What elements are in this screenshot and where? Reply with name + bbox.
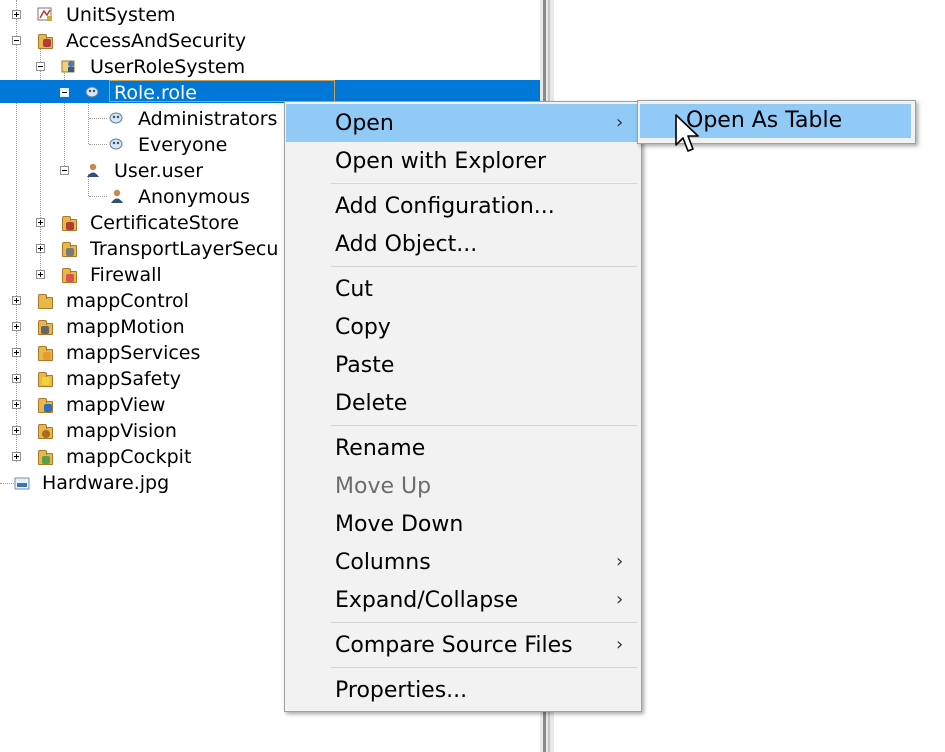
expand-icon[interactable] [12,10,21,19]
tree-item-label: mappServices [66,342,201,364]
menu-item-label: Add Object... [335,232,478,257]
submenu-arrow-icon: › [616,112,624,133]
menu-item-label: Open As Table [686,108,843,133]
menu-item-cut[interactable]: Cut [286,270,640,308]
menu-item-add-object[interactable]: Add Object... [286,225,640,263]
menu-separator [331,622,637,623]
expand-icon[interactable] [12,348,21,357]
folder-icon [38,34,53,49]
collapse-icon[interactable] [36,62,45,71]
tree-item-label: TransportLayerSecu [90,238,279,260]
folder-icon [38,372,53,387]
submenu-arrow-icon: › [616,551,624,572]
submenu-arrow-icon: › [616,634,624,655]
menu-item-delete[interactable]: Delete [286,384,640,422]
collapse-icon[interactable] [12,36,21,45]
menu-item-label: Paste [335,353,395,378]
menu-item-move-down[interactable]: Move Down [286,505,640,543]
tree-item-label: mappCockpit [66,446,192,468]
tree-item-label: mappMotion [66,316,185,338]
tree-item-label: UserRoleSystem [90,56,246,78]
menu-separator [331,266,637,267]
arrow-cursor-icon [675,114,699,152]
menu-item-label: Cut [335,277,373,302]
menu-item-label: Rename [335,436,426,461]
menu-item-expand-collapse[interactable]: Expand/Collapse › [286,581,640,619]
submenu-arrow-icon: › [616,589,624,610]
folder-icon [38,398,53,413]
menu-item-properties[interactable]: Properties... [286,671,640,709]
tree-item-label: CertificateStore [90,212,239,234]
expand-icon[interactable] [36,270,45,279]
folder-icon [38,320,53,335]
menu-item-label: Move Down [335,512,464,537]
tree-item-accessandsecurity[interactable]: AccessAndSecurity [0,28,540,54]
tree-item-label: Anonymous [138,186,251,208]
tree-item-label: UnitSystem [66,4,176,26]
tree-item-label: mappVision [66,420,177,442]
expand-icon[interactable] [12,426,21,435]
menu-item-open-with-explorer[interactable]: Open with Explorer [286,142,640,180]
folder-icon [62,268,77,283]
menu-item-rename[interactable]: Rename [286,429,640,467]
folder-icon [38,424,53,439]
menu-item-paste[interactable]: Paste [286,346,640,384]
folder-icon [38,294,53,309]
folder-icon [62,216,77,231]
role-icon [85,86,99,98]
menu-item-copy[interactable]: Copy [286,308,640,346]
image-file-icon [14,477,30,490]
user-icon [111,189,123,203]
folder-icon [38,346,53,361]
menu-separator [331,425,637,426]
user-role-system-icon [61,60,75,73]
tree-item-label: AccessAndSecurity [66,30,247,52]
tree-item-label: mappControl [66,290,189,312]
expand-icon[interactable] [12,374,21,383]
menu-item-label: Delete [335,391,408,416]
tree-item-label: mappView [66,394,166,416]
expand-icon[interactable] [12,452,21,461]
expand-icon[interactable] [36,244,45,253]
tree-item-label: Administrators [138,108,278,130]
menu-item-label: Add Configuration... [335,194,555,219]
tree-item-label: Firewall [90,264,162,286]
tree-item-label: Role.role [114,82,197,104]
expand-icon[interactable] [12,296,21,305]
menu-item-label: Columns [335,550,431,575]
unit-system-icon [37,7,52,21]
expand-icon[interactable] [36,218,45,227]
folder-icon [62,242,77,257]
folder-icon [38,450,53,465]
tree-item-label: Everyone [138,134,228,156]
expand-icon[interactable] [12,322,21,331]
menu-item-label: Expand/Collapse [335,588,519,613]
menu-item-label: Copy [335,315,391,340]
tree-item-unitsystem[interactable]: UnitSystem [0,2,540,28]
context-menu: Open › Open with Explorer Add Configurat… [284,101,642,712]
role-icon [109,138,123,150]
menu-separator [331,667,637,668]
collapse-icon[interactable] [60,166,69,175]
menu-item-label: Open [335,111,394,136]
collapse-icon[interactable] [60,88,69,97]
menu-item-add-configuration[interactable]: Add Configuration... [286,187,640,225]
expand-icon[interactable] [12,400,21,409]
menu-item-label: Properties... [335,678,468,703]
tree-item-label: Hardware.jpg [42,472,170,494]
role-icon [109,112,123,124]
menu-item-open[interactable]: Open › [286,104,640,142]
tree-item-label: mappSafety [66,368,182,390]
menu-item-label: Compare Source Files [335,633,573,658]
user-icon [87,163,99,177]
menu-item-move-up: Move Up [286,467,640,505]
tree-item-label: User.user [114,160,204,182]
tree-item-userrolesystem[interactable]: UserRoleSystem [0,54,540,80]
menu-item-label: Move Up [335,474,432,499]
menu-item-label: Open with Explorer [335,149,547,174]
menu-separator [331,183,637,184]
menu-item-columns[interactable]: Columns › [286,543,640,581]
menu-item-compare-source-files[interactable]: Compare Source Files › [286,626,640,664]
